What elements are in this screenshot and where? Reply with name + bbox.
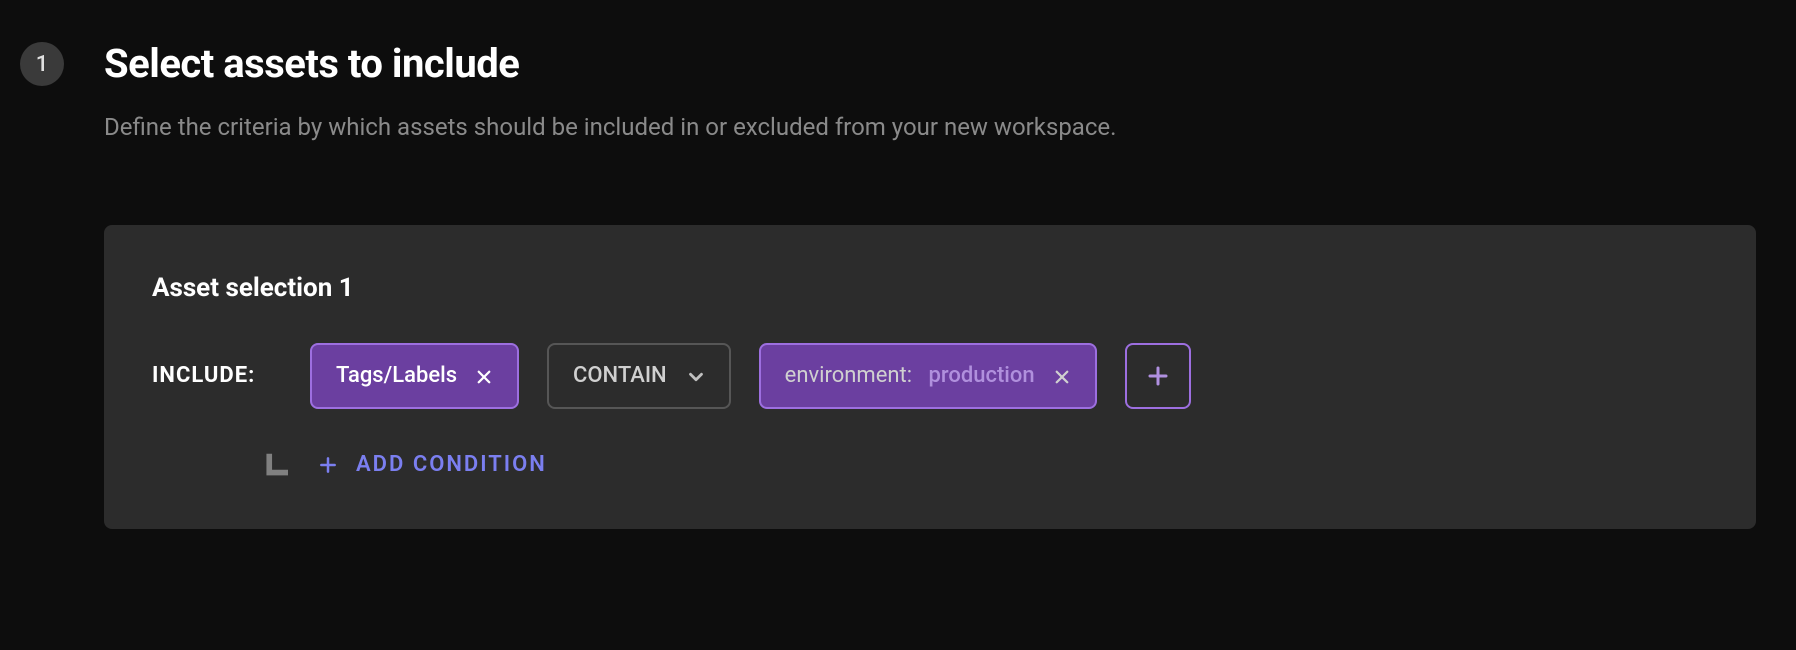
plus-icon	[1146, 364, 1170, 388]
value-chip[interactable]: environment: production	[759, 343, 1097, 409]
condition-row: INCLUDE: Tags/Labels CONTAIN	[152, 343, 1708, 409]
close-icon[interactable]	[475, 367, 493, 385]
value-val: production	[928, 363, 1034, 388]
add-condition-button[interactable]: ADD CONDITION	[318, 452, 547, 477]
close-icon[interactable]	[1053, 367, 1071, 385]
field-chip[interactable]: Tags/Labels	[310, 343, 519, 409]
field-chip-label: Tags/Labels	[336, 363, 457, 388]
panel-title: Asset selection 1	[152, 273, 1708, 303]
asset-selection-panel: Asset selection 1 INCLUDE: Tags/Labels C…	[104, 225, 1756, 529]
condition-mode-label: INCLUDE:	[152, 363, 282, 388]
step-number: 1	[36, 52, 49, 77]
tree-branch-icon	[262, 449, 294, 481]
operator-label: CONTAIN	[573, 363, 667, 388]
add-value-button[interactable]	[1125, 343, 1191, 409]
page-title: Select assets to include	[104, 40, 1756, 87]
add-condition-label: ADD CONDITION	[356, 452, 547, 477]
value-chip-content: environment: production	[785, 363, 1035, 388]
add-condition-row: ADD CONDITION	[152, 449, 1708, 481]
plus-icon	[318, 455, 338, 475]
step-number-badge: 1	[20, 42, 64, 86]
value-key: environment:	[785, 363, 912, 388]
operator-select[interactable]: CONTAIN	[547, 343, 731, 409]
chevron-down-icon	[685, 366, 705, 386]
page-subtitle: Define the criteria by which assets shou…	[104, 111, 1756, 145]
